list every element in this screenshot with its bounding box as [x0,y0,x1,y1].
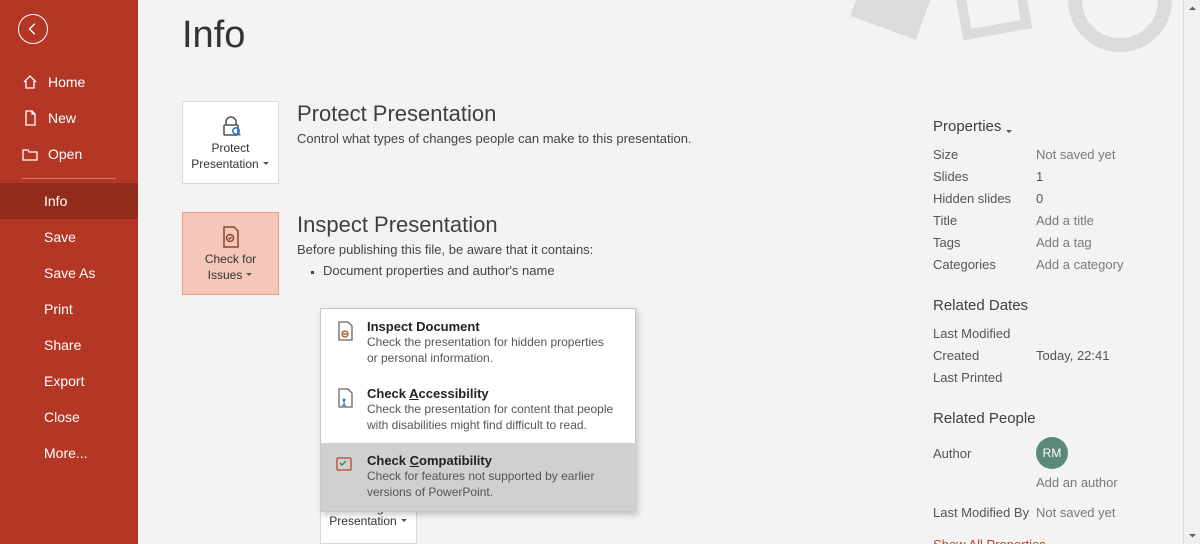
inspect-body: Before publishing this file, be aware th… [297,242,593,257]
back-button[interactable] [18,14,48,44]
sidebar-item-label: Export [44,373,84,389]
sidebar-item-label: Close [44,409,80,425]
check-accessibility-item[interactable]: Check Accessibility Check the presentati… [321,376,635,443]
accessibility-icon [335,388,355,408]
protect-presentation-tile[interactable]: Protect Presentation [182,101,279,184]
sidebar-item-label: Home [48,74,85,90]
author-avatar[interactable]: RM [1036,437,1068,469]
prop-categories-value[interactable]: Add a category [1036,257,1123,272]
check-for-issues-dropdown: Inspect Document Check the presentation … [320,308,636,512]
vertical-scrollbar[interactable] [1183,0,1200,544]
dd-desc: Check for features not supported by earl… [367,469,617,500]
arrow-left-icon [26,22,40,36]
open-icon [22,146,38,162]
properties-panel: Properties SizeNot saved yet Slides1 Hid… [933,118,1200,544]
scroll-track[interactable] [1184,17,1200,527]
sidebar-item-new[interactable]: New [0,100,138,136]
sidebar-item-label: More... [44,445,88,461]
sidebar-item-close[interactable]: Close [0,399,138,435]
protect-heading: Protect Presentation [297,101,692,127]
chevron-down-icon [262,158,270,166]
compatibility-icon [335,455,355,475]
check-for-issues-tile[interactable]: Check for Issues [182,212,279,295]
prop-title-label: Title [933,213,1036,228]
prop-slides-value: 1 [1036,169,1043,184]
chevron-down-icon [245,269,253,277]
prop-modby-label: Last Modified By [933,505,1036,520]
new-icon [22,110,38,126]
sidebar-item-more[interactable]: More... [0,435,138,471]
related-dates-heading: Related Dates [933,297,1200,314]
main-area: Info Protect Presentation Protect Presen… [138,0,1200,544]
show-all-properties-link[interactable]: Show All Properties [933,537,1200,544]
inspect-heading: Inspect Presentation [297,212,593,238]
sidebar-item-save-as[interactable]: Save As [0,255,138,291]
sidebar-item-save[interactable]: Save [0,219,138,255]
prop-tags-label: Tags [933,235,1036,250]
chevron-down-icon [1005,123,1013,131]
scroll-up-button[interactable] [1184,0,1200,17]
prop-title-value[interactable]: Add a title [1036,213,1094,228]
prop-hidden-label: Hidden slides [933,191,1036,206]
prop-slides-label: Slides [933,169,1036,184]
sidebar-item-home[interactable]: Home [0,64,138,100]
prop-created-value: Today, 22:41 [1036,348,1109,363]
sidebar-item-label: Save As [44,265,95,281]
inspect-icon [219,225,243,249]
home-icon [22,74,38,90]
inspect-document-icon [335,321,355,341]
backstage-sidebar: Home New Open Info Save Save As Print Sh… [0,0,138,544]
sidebar-item-label: Save [44,229,76,245]
sidebar-item-open[interactable]: Open [0,136,138,172]
prop-categories-label: Categories [933,257,1036,272]
sidebar-item-print[interactable]: Print [0,291,138,327]
inspect-bullets: Document properties and author's name [323,263,593,278]
protect-body: Control what types of changes people can… [297,131,692,146]
dd-title: Inspect Document [367,319,617,334]
inspect-bullet: Document properties and author's name [323,263,593,278]
scroll-down-button[interactable] [1184,527,1200,544]
check-compatibility-item[interactable]: Check Compatibility Check for features n… [321,443,635,510]
sidebar-item-label: Info [44,193,67,209]
prop-modby-value: Not saved yet [1036,505,1116,520]
sidebar-item-label: Share [44,337,81,353]
prop-lastmod-label: Last Modified [933,326,1036,341]
dd-title: Check Compatibility [367,453,617,468]
sidebar-item-label: New [48,110,76,126]
dd-desc: Check the presentation for content that … [367,402,617,433]
prop-hidden-value: 0 [1036,191,1043,206]
prop-size-label: Size [933,147,1036,162]
sidebar-divider [22,178,116,179]
sidebar-item-label: Open [48,146,82,162]
sidebar-item-label: Print [44,301,73,317]
add-author-link[interactable]: Add an author [1036,475,1118,490]
inspect-document-item[interactable]: Inspect Document Check the presentation … [321,309,635,376]
chevron-down-icon [400,515,408,523]
lock-icon [219,114,243,138]
dd-title: Check Accessibility [367,386,617,401]
prop-lastprinted-label: Last Printed [933,370,1036,385]
properties-heading[interactable]: Properties [933,118,1200,135]
sidebar-item-share[interactable]: Share [0,327,138,363]
dd-desc: Check the presentation for hidden proper… [367,335,617,366]
sidebar-item-export[interactable]: Export [0,363,138,399]
prop-created-label: Created [933,348,1036,363]
prop-author-label: Author [933,446,1036,461]
sidebar-item-info[interactable]: Info [0,183,138,219]
related-people-heading: Related People [933,410,1200,427]
prop-size-value: Not saved yet [1036,147,1116,162]
prop-tags-value[interactable]: Add a tag [1036,235,1092,250]
page-title: Info [182,14,1200,57]
